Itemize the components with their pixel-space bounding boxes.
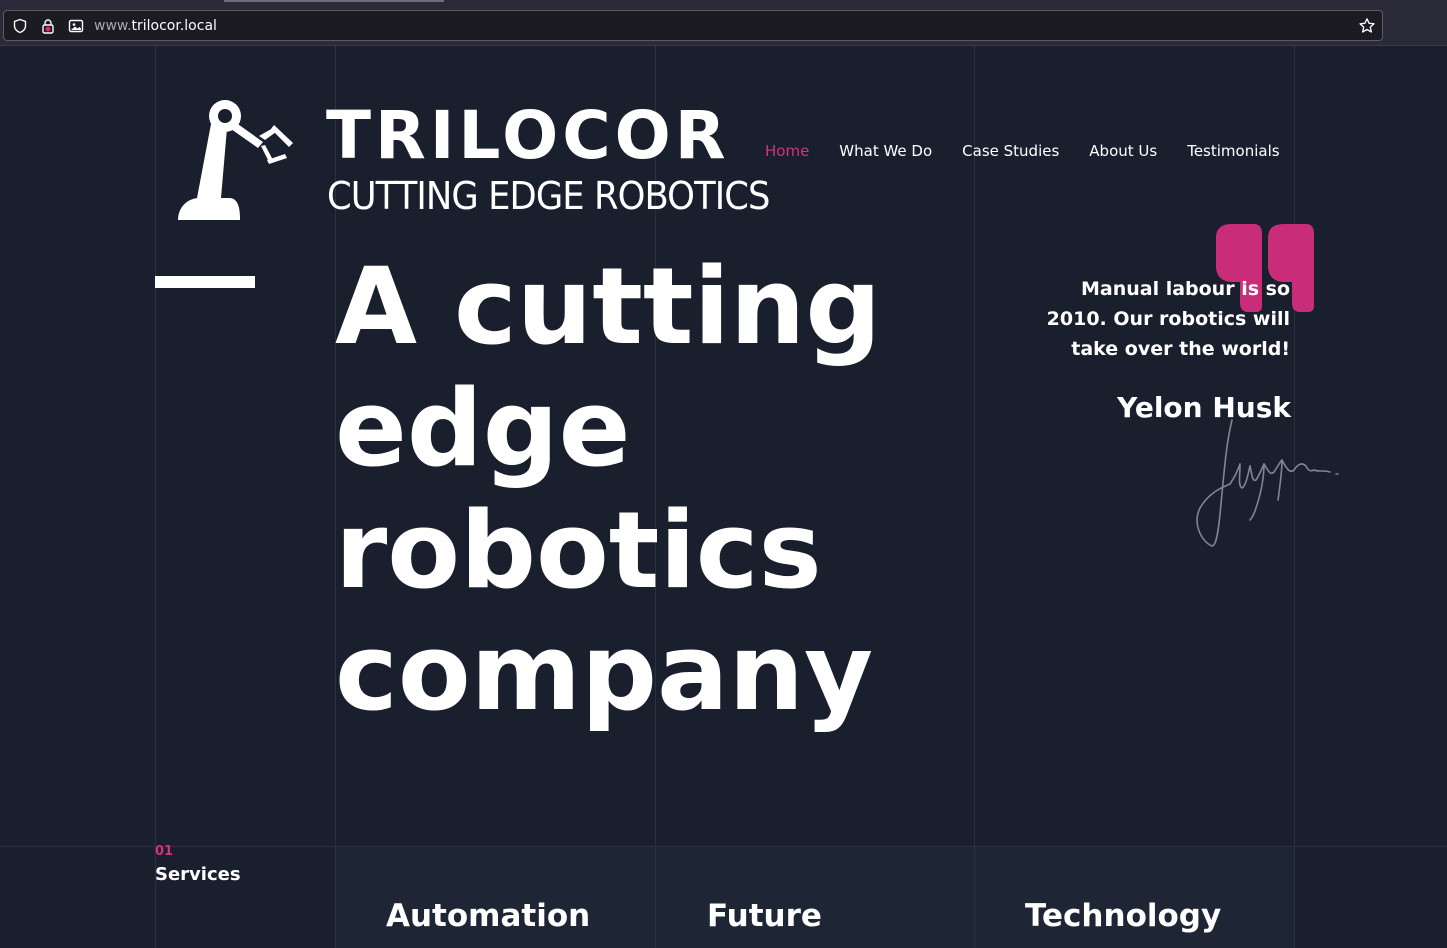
service-title-automation: Automation: [386, 898, 591, 934]
shield-icon[interactable]: [12, 18, 28, 34]
hero-line: company: [335, 611, 874, 734]
service-title-future: Future: [707, 898, 822, 934]
browser-toolbar: www.trilocor.local: [0, 0, 1447, 46]
logo-subtitle: CUTTING EDGE ROBOTICS: [327, 174, 770, 218]
page-image-icon[interactable]: [68, 18, 84, 34]
url-domain: trilocor.local: [131, 17, 217, 34]
url-prefix: www.: [94, 17, 132, 34]
address-bar[interactable]: www.trilocor.local: [3, 10, 1383, 41]
logo-title[interactable]: TRILOCOR: [326, 98, 730, 174]
signature-image: [1190, 414, 1350, 558]
grid-line: [974, 46, 975, 948]
quote-text: Manual labour is so 2010. Our robotics w…: [1046, 278, 1290, 360]
hero-dash: [155, 276, 255, 288]
hero-line: A cutting: [335, 245, 882, 368]
url-text[interactable]: www.trilocor.local: [94, 18, 217, 34]
robot-arm-logo-icon[interactable]: [175, 98, 300, 227]
active-tab-indicator: [224, 0, 444, 2]
hero-line: edge: [335, 367, 631, 490]
hero-line: robotics: [335, 489, 822, 612]
section-divider: [0, 846, 1447, 847]
bookmark-star-icon[interactable]: [1358, 17, 1376, 39]
lock-warning-icon[interactable]: [40, 18, 56, 34]
grid-line: [155, 46, 156, 948]
section-label: Services: [155, 864, 241, 885]
nav-what-we-do[interactable]: What We Do: [839, 142, 932, 160]
page: TRILOCOR CUTTING EDGE ROBOTICS Home What…: [0, 46, 1447, 948]
hero-title: A cutting edge robotics company: [335, 246, 955, 734]
main-nav: Home What We Do Case Studies About Us Te…: [765, 142, 1310, 160]
section-number: 01: [155, 844, 174, 859]
nav-about-us[interactable]: About Us: [1089, 142, 1157, 160]
nav-case-studies[interactable]: Case Studies: [962, 142, 1059, 160]
service-title-technology: Technology: [1025, 898, 1222, 934]
nav-testimonials[interactable]: Testimonials: [1187, 142, 1279, 160]
nav-home[interactable]: Home: [765, 142, 809, 160]
